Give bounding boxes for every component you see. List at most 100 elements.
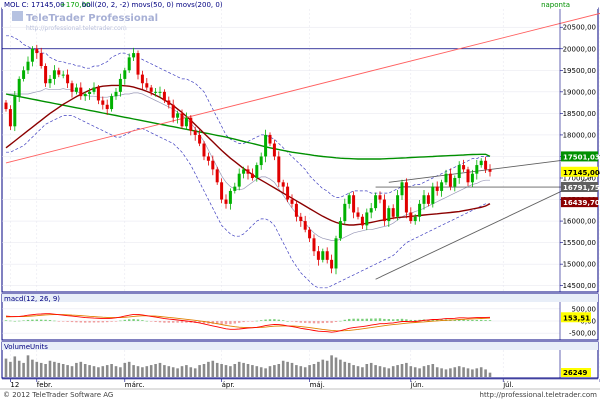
volume-bar — [4, 358, 8, 377]
volume-bar — [233, 364, 237, 377]
volume-bar — [44, 364, 47, 377]
volume-bar — [39, 362, 43, 377]
macd-histogram-bar — [238, 321, 241, 323]
footer-url: http://professional.teletrader.com — [480, 391, 598, 399]
macd-histogram-bar — [106, 321, 109, 323]
volume-bar — [141, 367, 144, 377]
candle-body — [290, 199, 294, 204]
macd-histogram-bar — [365, 318, 368, 321]
volume-bar — [418, 368, 421, 377]
macd-histogram-bar — [471, 319, 474, 321]
candle-body — [299, 216, 303, 222]
volume-bar — [110, 364, 113, 377]
macd-histogram-bar — [290, 321, 294, 322]
footer-copyright: © 2012 TeleTrader Software AG — [3, 391, 113, 399]
candle-body — [409, 212, 413, 222]
candle-body — [70, 83, 74, 92]
x-tick-label: máj. — [310, 381, 325, 389]
macd-histogram-bar — [488, 320, 492, 321]
macd-histogram-bar — [361, 318, 364, 321]
macd-title: macd(12, 26, 9) — [4, 295, 60, 303]
volume-bar — [79, 361, 83, 377]
price-panel-frame — [1, 7, 599, 293]
candle-body — [479, 160, 483, 166]
macd-histogram-bar — [392, 319, 395, 321]
candle-body — [167, 100, 171, 105]
volume-bar — [251, 365, 254, 377]
volume-bar — [242, 362, 245, 377]
volume-bar — [31, 359, 34, 377]
macd-histogram-bar — [480, 319, 483, 321]
volume-bar — [220, 364, 223, 377]
candle-body — [396, 195, 400, 217]
candle-body — [233, 186, 237, 191]
macd-histogram-bar — [110, 321, 113, 322]
candle-body — [286, 186, 290, 200]
macd-histogram-bar — [308, 321, 311, 324]
macd-histogram-bar — [53, 320, 56, 322]
volume-bar — [422, 366, 426, 377]
macd-histogram-bar — [317, 321, 320, 324]
volume-bar — [356, 366, 360, 377]
candle-body — [206, 156, 210, 161]
price-tick-label: 15500,00 — [563, 239, 596, 247]
volume-bar — [202, 364, 206, 377]
macd-tick-label: -500,00 — [569, 330, 596, 338]
price-tick-label: 19500,00 — [563, 67, 596, 75]
volume-bar — [365, 364, 369, 377]
volume-bar — [198, 365, 201, 377]
volume-bar — [154, 364, 157, 377]
volume-bar — [462, 367, 465, 377]
candle-body — [334, 238, 338, 269]
candle-body — [220, 182, 224, 200]
volume-bar — [409, 366, 413, 377]
macd-histogram-bar — [334, 321, 338, 322]
candle-body — [101, 100, 105, 105]
volume-bar — [396, 365, 399, 377]
volume-bar — [171, 367, 175, 377]
candle-body — [114, 91, 118, 97]
price-tick-label: 19000,00 — [563, 88, 596, 96]
macd-histogram-bar — [180, 321, 184, 323]
volume-bar — [22, 362, 25, 377]
candle-body — [440, 182, 444, 191]
macd-histogram-bar — [62, 321, 65, 322]
candle-body — [66, 74, 70, 84]
volume-bar — [193, 368, 197, 377]
macd-histogram-bar — [229, 321, 232, 325]
volume-bar — [457, 366, 461, 377]
candle-body — [277, 156, 281, 183]
candle-body — [281, 182, 285, 187]
volume-bar — [413, 367, 417, 377]
volume-bar — [484, 369, 487, 377]
x-tick-label: ápr. — [222, 381, 235, 389]
candle-body — [162, 91, 166, 101]
volume-bar — [158, 362, 162, 377]
candle-body — [96, 87, 100, 101]
macd-histogram-bar — [13, 320, 16, 322]
macd-histogram-bar — [4, 320, 8, 321]
candle-body — [83, 94, 87, 97]
candle-body — [61, 74, 65, 76]
candle-body — [145, 83, 149, 88]
macd-histogram-bar — [48, 320, 52, 321]
candle-body — [4, 102, 8, 110]
candle-body — [242, 169, 246, 174]
volume-bar — [88, 365, 91, 377]
macd-histogram-bar — [88, 321, 91, 323]
candle-body — [475, 165, 479, 174]
macd-histogram-bar — [136, 319, 140, 321]
candle-body — [488, 169, 492, 172]
candle-body — [250, 173, 254, 178]
volume-bar — [224, 365, 228, 377]
macd-histogram-bar — [348, 318, 351, 321]
volume-bar — [391, 366, 395, 377]
candle-body — [413, 216, 417, 222]
volume-bar — [237, 361, 241, 377]
candle-body — [110, 96, 114, 110]
volume-bar — [343, 361, 347, 377]
macd-histogram-bar — [132, 319, 135, 321]
candle-body — [22, 70, 26, 79]
volume-bar — [13, 356, 17, 377]
volume-bar — [163, 365, 166, 377]
